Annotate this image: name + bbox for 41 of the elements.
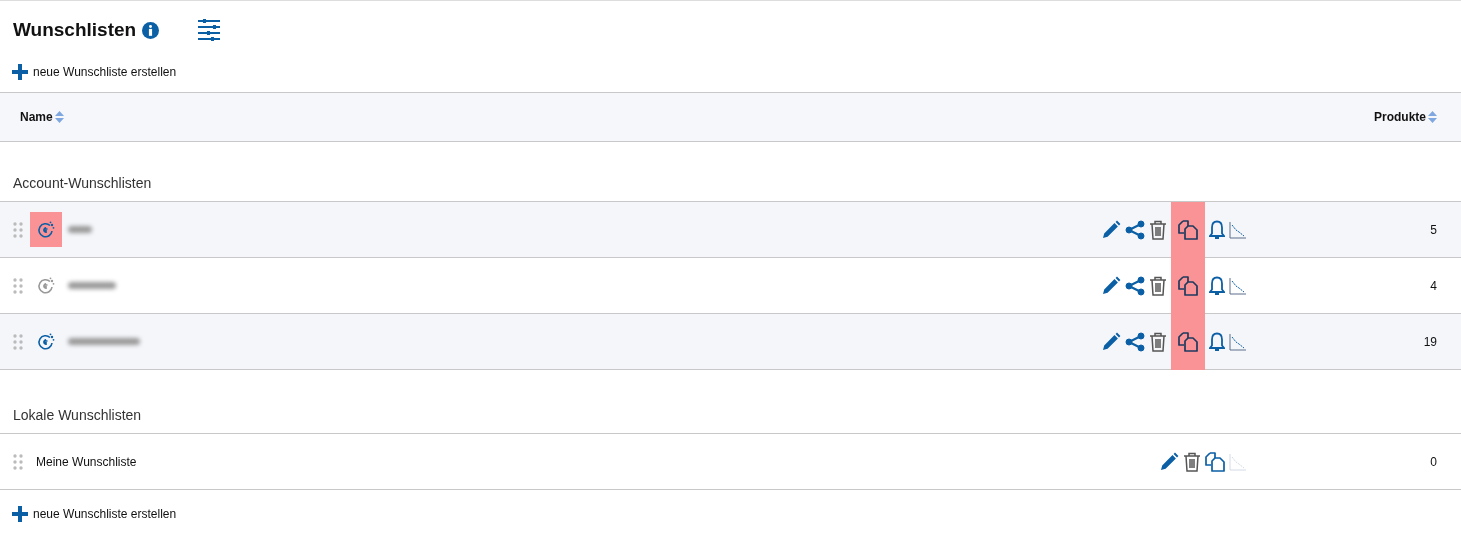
bell-icon[interactable] bbox=[1209, 331, 1225, 352]
product-count: 4 bbox=[1429, 278, 1437, 293]
copy-icon[interactable] bbox=[1178, 219, 1198, 240]
info-icon[interactable] bbox=[142, 21, 160, 39]
blurred-name-drawing bbox=[68, 282, 116, 289]
column-header[interactable]: Produkte bbox=[1374, 110, 1437, 124]
group-heading: Lokale Wunschlisten bbox=[12, 406, 143, 425]
copy-icon[interactable] bbox=[1178, 331, 1198, 352]
product-count: 19 bbox=[1422, 334, 1437, 349]
product-count: 5 bbox=[1429, 222, 1437, 237]
trash-icon[interactable] bbox=[1149, 275, 1167, 296]
column-header[interactable]: Name bbox=[20, 110, 64, 124]
copy-icon[interactable] bbox=[1178, 275, 1198, 296]
blurred-name-drawing bbox=[68, 226, 92, 233]
blurred-name-drawing bbox=[68, 338, 140, 345]
share-icon[interactable] bbox=[1125, 219, 1145, 240]
create-wishlist-link[interactable]: neue Wunschliste erstellen bbox=[0, 504, 189, 524]
share-icon[interactable] bbox=[1125, 331, 1145, 352]
trash-icon[interactable] bbox=[1183, 451, 1201, 472]
pencil-icon[interactable] bbox=[1159, 451, 1179, 472]
wishlist-name[interactable]: Meine Wunschliste bbox=[36, 454, 137, 469]
pencil-icon[interactable] bbox=[1101, 331, 1121, 352]
page-title: Wunschlisten bbox=[13, 19, 137, 41]
drag-handle-icon[interactable] bbox=[13, 453, 23, 470]
plus-icon bbox=[12, 64, 28, 80]
plus-icon bbox=[12, 506, 28, 522]
copy-icon[interactable] bbox=[1205, 451, 1225, 472]
bell-icon[interactable] bbox=[1209, 275, 1225, 296]
drag-handle-icon[interactable] bbox=[13, 333, 23, 350]
drag-handle-icon[interactable] bbox=[13, 277, 23, 294]
bell-icon[interactable] bbox=[1209, 219, 1225, 240]
product-count: 0 bbox=[1429, 454, 1437, 469]
share-icon[interactable] bbox=[1125, 275, 1145, 296]
pencil-icon[interactable] bbox=[1101, 219, 1121, 240]
pencil-icon[interactable] bbox=[1101, 275, 1121, 296]
trash-icon[interactable] bbox=[1149, 219, 1167, 240]
trash-icon[interactable] bbox=[1149, 331, 1167, 352]
group-heading: Account-Wunschlisten bbox=[12, 174, 153, 193]
settings-icon[interactable] bbox=[197, 18, 222, 42]
drag-handle-icon[interactable] bbox=[13, 221, 23, 238]
create-wishlist-link[interactable]: neue Wunschliste erstellen bbox=[0, 62, 189, 82]
